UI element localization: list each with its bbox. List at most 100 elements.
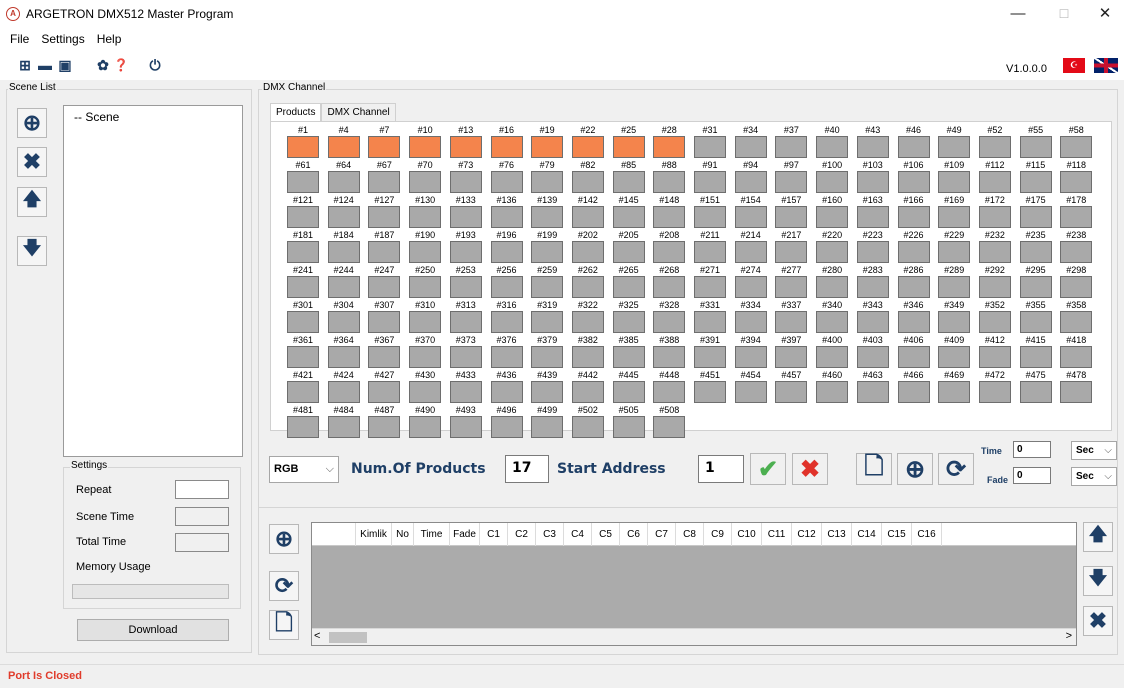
channel-button[interactable]: #139 bbox=[531, 195, 564, 229]
channel-button[interactable]: #160 bbox=[816, 195, 849, 229]
channel-button[interactable]: #73 bbox=[449, 160, 482, 194]
channel-button[interactable]: #124 bbox=[327, 195, 360, 229]
add-button[interactable]: ⊕ bbox=[897, 453, 933, 485]
channel-button[interactable]: #142 bbox=[571, 195, 604, 229]
grid-column-header[interactable]: C9 bbox=[704, 523, 732, 546]
channel-button[interactable]: #268 bbox=[653, 265, 686, 299]
channel-button[interactable]: #37 bbox=[775, 125, 808, 159]
channel-button[interactable]: #52 bbox=[978, 125, 1011, 159]
channel-button[interactable]: #115 bbox=[1019, 160, 1052, 194]
channel-button[interactable]: #109 bbox=[938, 160, 971, 194]
help-icon[interactable]: ❓ bbox=[113, 57, 129, 73]
open-folder-icon[interactable]: ▬ bbox=[37, 57, 53, 73]
channel-button[interactable]: #319 bbox=[531, 300, 564, 334]
menu-help[interactable]: Help bbox=[97, 32, 122, 46]
minimize-button[interactable]: — bbox=[995, 0, 1041, 28]
channel-button[interactable]: #376 bbox=[490, 335, 523, 369]
channel-button[interactable]: #397 bbox=[775, 335, 808, 369]
channel-button[interactable]: #163 bbox=[856, 195, 889, 229]
channel-button[interactable]: #271 bbox=[694, 265, 726, 299]
channel-button[interactable]: #226 bbox=[897, 230, 930, 264]
channel-button[interactable]: #259 bbox=[531, 265, 564, 299]
num-products-input[interactable]: 17 bbox=[505, 455, 549, 483]
channel-button[interactable]: #442 bbox=[571, 370, 604, 404]
channel-button[interactable]: #112 bbox=[978, 160, 1011, 194]
move-step-up-button[interactable]: 🡅 bbox=[1083, 522, 1113, 552]
channel-button[interactable]: #424 bbox=[327, 370, 360, 404]
channel-button[interactable]: #19 bbox=[531, 125, 564, 159]
channel-button[interactable]: #484 bbox=[327, 405, 360, 439]
channel-button[interactable]: #61 bbox=[287, 160, 319, 194]
channel-button[interactable]: #25 bbox=[612, 125, 645, 159]
channel-button[interactable]: #169 bbox=[938, 195, 971, 229]
channel-button[interactable]: #172 bbox=[978, 195, 1011, 229]
move-step-down-button[interactable]: 🡇 bbox=[1083, 566, 1113, 596]
channel-button[interactable]: #469 bbox=[938, 370, 971, 404]
channel-button[interactable]: #88 bbox=[653, 160, 686, 194]
start-address-input[interactable]: 1 bbox=[698, 455, 744, 483]
channel-button[interactable]: #34 bbox=[734, 125, 767, 159]
channel-button[interactable]: #232 bbox=[978, 230, 1011, 264]
time-input[interactable]: 0 bbox=[1013, 441, 1051, 458]
close-button[interactable]: ✕ bbox=[1082, 0, 1124, 28]
grid-column-header[interactable]: C14 bbox=[852, 523, 882, 546]
grid-column-header[interactable]: Time bbox=[414, 523, 450, 546]
power-icon[interactable]: ⏻ bbox=[147, 57, 163, 73]
gear-icon[interactable]: ✿ bbox=[95, 57, 111, 73]
channel-button[interactable]: #325 bbox=[612, 300, 645, 334]
grid-column-header[interactable]: C13 bbox=[822, 523, 852, 546]
channel-button[interactable]: #178 bbox=[1060, 195, 1093, 229]
channel-button[interactable]: #13 bbox=[449, 125, 482, 159]
channel-button[interactable]: #79 bbox=[531, 160, 564, 194]
channel-button[interactable]: #421 bbox=[287, 370, 319, 404]
time-unit-select[interactable]: Sec ⌵ bbox=[1071, 441, 1117, 460]
channel-button[interactable]: #385 bbox=[612, 335, 645, 369]
channel-button[interactable]: #445 bbox=[612, 370, 645, 404]
channel-button[interactable]: #439 bbox=[531, 370, 564, 404]
channel-button[interactable]: #265 bbox=[612, 265, 645, 299]
horizontal-scrollbar[interactable]: < > bbox=[312, 628, 1076, 645]
repeat-input[interactable] bbox=[175, 480, 229, 499]
channel-button[interactable]: #55 bbox=[1019, 125, 1052, 159]
scroll-thumb[interactable] bbox=[329, 632, 367, 643]
channel-button[interactable]: #229 bbox=[938, 230, 971, 264]
channel-button[interactable]: #496 bbox=[490, 405, 523, 439]
channel-button[interactable]: #307 bbox=[368, 300, 401, 334]
new-button[interactable]: 🗋 bbox=[856, 453, 892, 485]
channel-button[interactable]: #181 bbox=[287, 230, 319, 264]
channel-button[interactable]: #121 bbox=[287, 195, 319, 229]
maximize-button[interactable]: ☐ bbox=[1041, 0, 1087, 28]
channel-button[interactable]: #130 bbox=[409, 195, 442, 229]
channel-button[interactable]: #412 bbox=[978, 335, 1011, 369]
channel-button[interactable]: #406 bbox=[897, 335, 930, 369]
channel-button[interactable]: #430 bbox=[409, 370, 442, 404]
grid-column-header[interactable]: C8 bbox=[676, 523, 704, 546]
channel-button[interactable]: #133 bbox=[449, 195, 482, 229]
channel-button[interactable]: #355 bbox=[1019, 300, 1052, 334]
channel-button[interactable]: #235 bbox=[1019, 230, 1052, 264]
channel-button[interactable]: #31 bbox=[694, 125, 726, 159]
grid-column-header[interactable]: C11 bbox=[762, 523, 792, 546]
channel-button[interactable]: #295 bbox=[1019, 265, 1052, 299]
channel-button[interactable]: #22 bbox=[571, 125, 604, 159]
grid-column-header[interactable]: C1 bbox=[480, 523, 508, 546]
channel-button[interactable]: #508 bbox=[653, 405, 686, 439]
channel-button[interactable]: #310 bbox=[409, 300, 442, 334]
fade-input[interactable]: 0 bbox=[1013, 467, 1051, 484]
channel-button[interactable]: #7 bbox=[368, 125, 401, 159]
channel-button[interactable]: #433 bbox=[449, 370, 482, 404]
grid-column-header[interactable]: No bbox=[392, 523, 414, 546]
channel-button[interactable]: #190 bbox=[409, 230, 442, 264]
grid-column-header[interactable]: C12 bbox=[792, 523, 822, 546]
grid-column-header[interactable]: C16 bbox=[912, 523, 942, 546]
menu-file[interactable]: File bbox=[10, 32, 29, 46]
channel-button[interactable]: #1 bbox=[287, 125, 319, 159]
channel-button[interactable]: #151 bbox=[694, 195, 726, 229]
channel-button[interactable]: #76 bbox=[490, 160, 523, 194]
channel-button[interactable]: #238 bbox=[1060, 230, 1093, 264]
uk-flag-icon[interactable] bbox=[1094, 58, 1118, 73]
channel-button[interactable]: #187 bbox=[368, 230, 401, 264]
channel-button[interactable]: #418 bbox=[1060, 335, 1093, 369]
channel-button[interactable]: #82 bbox=[571, 160, 604, 194]
grid-column-header[interactable]: C15 bbox=[882, 523, 912, 546]
